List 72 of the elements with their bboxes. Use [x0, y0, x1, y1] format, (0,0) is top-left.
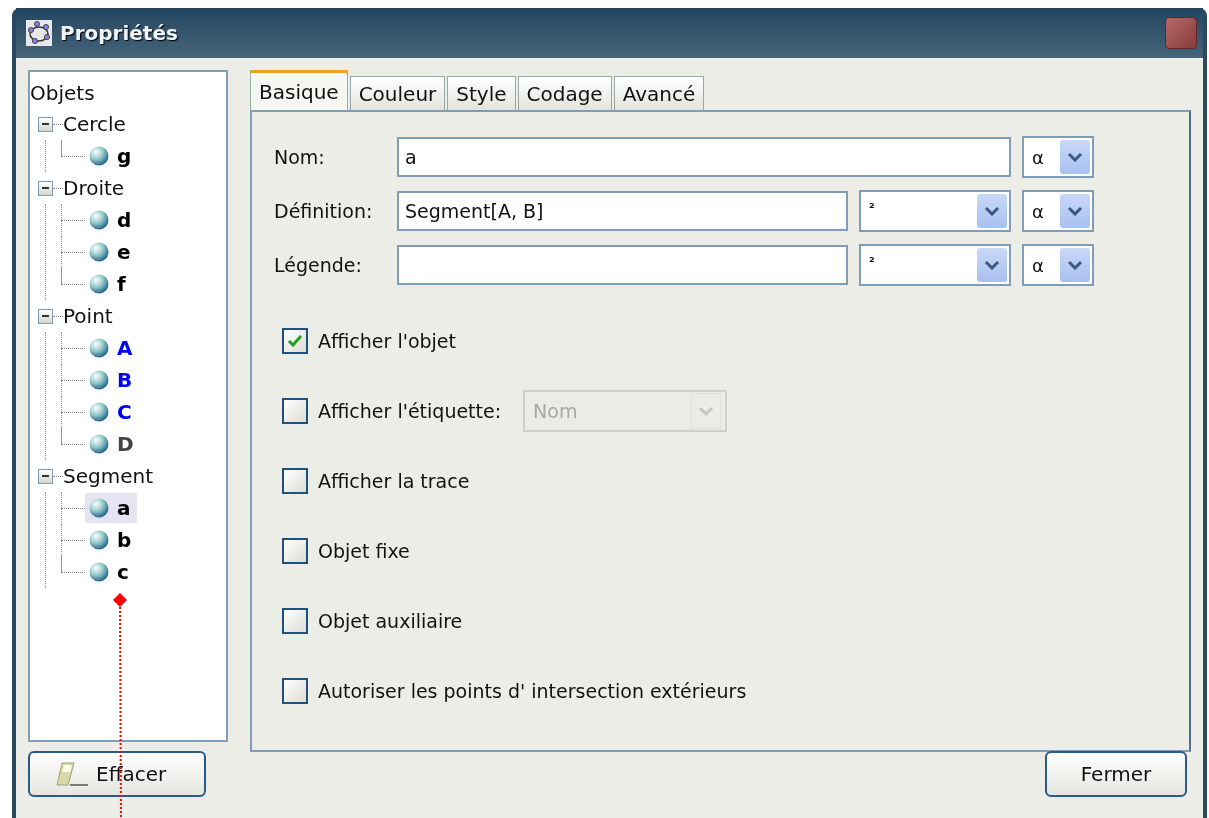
checkbox[interactable]	[282, 678, 308, 704]
symbol-dropdown[interactable]: α	[1022, 190, 1094, 232]
checkbox-label: Afficher l'étiquette:	[318, 400, 502, 422]
tree-item[interactable]: b	[85, 525, 138, 555]
checkbox[interactable]	[282, 328, 308, 354]
tree-group[interactable]: Droite	[63, 176, 125, 200]
eraser-icon	[56, 761, 90, 787]
tree-item[interactable]: g	[85, 141, 138, 171]
sphere-icon	[89, 274, 109, 294]
sphere-icon	[89, 210, 109, 230]
close-dialog-button[interactable]: Fermer	[1045, 751, 1187, 797]
collapse-icon[interactable]	[38, 116, 53, 132]
checkbox-label: Objet fixe	[318, 540, 410, 562]
tree-group[interactable]: Point	[63, 304, 113, 328]
chevron-down-icon	[984, 260, 1000, 270]
tree-item[interactable]: D	[85, 429, 140, 459]
collapse-icon[interactable]	[38, 180, 53, 196]
chevron-down-icon	[1067, 152, 1083, 162]
tab[interactable]: Avancé	[613, 76, 705, 110]
tab[interactable]: Basique	[250, 70, 348, 110]
check-icon	[287, 334, 303, 348]
checkbox-label: Afficher l'objet	[318, 330, 456, 352]
chevron-down-icon	[984, 206, 1000, 216]
tree-item[interactable]: c	[85, 557, 135, 587]
tree-group[interactable]: Cercle	[63, 112, 126, 136]
checkbox[interactable]	[282, 608, 308, 634]
symbol-dropdown[interactable]: α	[1022, 136, 1094, 178]
window-title: Propriétés	[60, 21, 179, 45]
tab[interactable]: Couleur	[349, 76, 446, 110]
sphere-icon	[89, 370, 109, 390]
tree-item[interactable]: e	[85, 237, 137, 267]
tree-group[interactable]: Segment	[63, 464, 153, 488]
tree-root[interactable]: Objets	[30, 78, 226, 108]
sphere-icon	[89, 146, 109, 166]
close-button[interactable]	[1165, 17, 1197, 49]
field-label: Définition:	[274, 200, 374, 222]
checkbox[interactable]	[282, 398, 308, 424]
sphere-icon	[89, 402, 109, 422]
app-logo-icon	[26, 20, 52, 46]
tree-item[interactable]: f	[85, 269, 132, 299]
index-dropdown[interactable]: ²	[859, 190, 1011, 232]
index-dropdown[interactable]: ²	[859, 244, 1011, 286]
sphere-icon	[89, 242, 109, 262]
sphere-icon	[89, 530, 109, 550]
tree-item[interactable]: d	[85, 205, 138, 235]
input-field[interactable]	[397, 245, 848, 285]
checkbox-label: Afficher la trace	[318, 470, 470, 492]
sphere-icon	[89, 434, 109, 454]
checkbox[interactable]	[282, 538, 308, 564]
tree-item[interactable]: a	[85, 493, 137, 523]
sphere-icon	[89, 498, 109, 518]
collapse-icon[interactable]	[38, 468, 53, 484]
tree-item[interactable]: A	[85, 333, 139, 363]
field-label: Nom:	[274, 146, 326, 168]
tree-item[interactable]: C	[85, 397, 138, 427]
chevron-down-icon	[1067, 206, 1083, 216]
tab[interactable]: Codage	[517, 76, 612, 110]
field-label: Légende:	[274, 254, 363, 276]
input-field[interactable]: a	[397, 137, 1011, 177]
clear-button[interactable]: Effacer	[28, 751, 206, 797]
input-field[interactable]: Segment[A, B]	[397, 191, 848, 231]
checkbox-label: Autoriser les points d' intersection extérieurs	[318, 680, 747, 702]
sphere-icon	[89, 562, 109, 582]
tree-item[interactable]: B	[85, 365, 139, 395]
chevron-down-icon	[1067, 260, 1083, 270]
checkbox-label: Objet auxiliaire	[318, 610, 463, 632]
symbol-dropdown[interactable]: α	[1022, 244, 1094, 286]
collapse-icon[interactable]	[38, 308, 53, 324]
chevron-down-icon	[698, 406, 715, 416]
sphere-icon	[89, 338, 109, 358]
checkbox[interactable]	[282, 468, 308, 494]
tab[interactable]: Style	[447, 76, 516, 110]
